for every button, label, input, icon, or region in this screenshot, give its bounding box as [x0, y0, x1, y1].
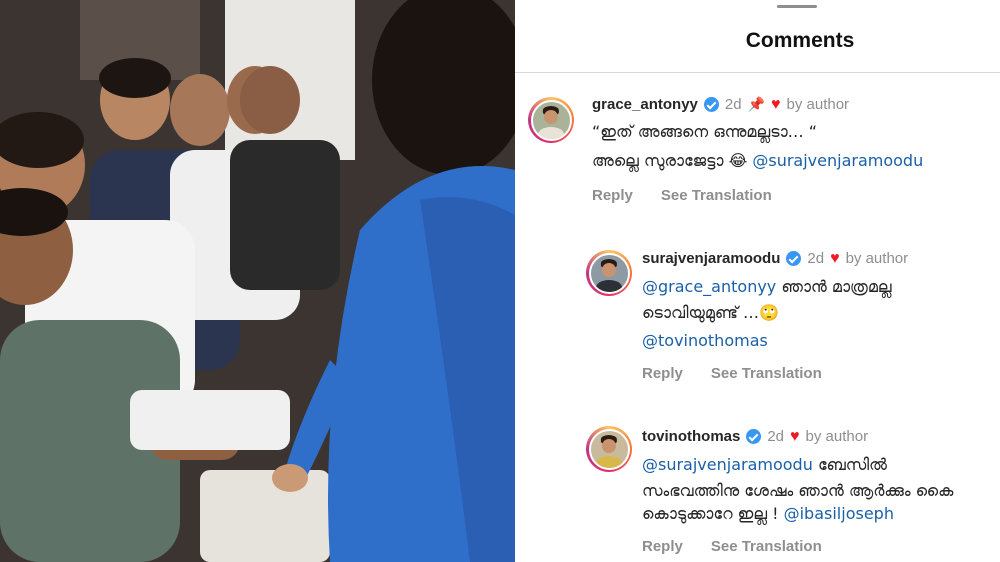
heart-icon: ♥ [830, 249, 840, 267]
comment-text-line: സംഭവത്തിനു ശേഷം ഞാൻ ആർക്കും കൈ [642, 481, 954, 500]
comment-username[interactable]: grace_antonyy [592, 96, 698, 113]
avatar[interactable] [528, 97, 574, 143]
comment-text: ബേസിൽ [812, 455, 887, 474]
pin-icon: 📌 [747, 96, 766, 112]
sheet-grabber[interactable] [777, 5, 817, 8]
see-translation-button[interactable]: See Translation [711, 365, 822, 382]
comment-text-line: @tovinothomas [642, 331, 768, 350]
comment-meta: surajvenjaramoodu 2d ♥ by author [642, 250, 908, 267]
comment-username[interactable]: tovinothomas [642, 428, 740, 445]
comment-text: കൊടുക്കാറേ ഇല്ല ! [642, 504, 784, 523]
by-author-label: by author [805, 428, 869, 445]
comment-time: 2d [724, 96, 742, 113]
comment-text: ഞാൻ മാത്രമല്ല [776, 277, 892, 296]
comment-text-line: “ഇത് അങ്ങനെ ഒന്നുമല്ലടാ… “ [592, 122, 818, 141]
comment-text-line: ടൊവിയുമുണ്ട് …🙄 [642, 303, 779, 322]
event-photo [0, 0, 515, 562]
comment-text-line: @grace_antonyy ഞാൻ മാത്രമല്ല [642, 277, 892, 297]
mention-link[interactable]: @grace_antonyy [642, 277, 776, 296]
comment-actions: Reply See Translation [642, 365, 822, 382]
comment-text: അല്ലെ സുരാജേട്ടാ 😂 [592, 151, 753, 170]
comment-time: 2d [807, 250, 825, 267]
header-divider [515, 72, 1000, 73]
mention-link[interactable]: @ibasiljoseph [784, 504, 894, 523]
comment-meta: grace_antonyy 2d 📌 ♥ by author [592, 96, 849, 113]
reply-button[interactable]: Reply [642, 538, 683, 555]
verified-badge-icon [786, 251, 802, 266]
comment-username[interactable]: surajvenjaramoodu [642, 250, 780, 267]
heart-icon: ♥ [790, 427, 800, 445]
comment-actions: Reply See Translation [642, 538, 822, 555]
mention-link[interactable]: @surajvenjaramoodu [752, 151, 923, 170]
see-translation-button[interactable]: See Translation [711, 538, 822, 555]
comment-text-line: അല്ലെ സുരാജേട്ടാ 😂 @surajvenjaramoodu [592, 151, 923, 171]
event-photo-illustration [0, 0, 515, 562]
comment-meta: tovinothomas 2d ♥ by author [642, 428, 868, 445]
heart-icon: ♥ [771, 95, 781, 113]
comment-actions: Reply See Translation [592, 187, 772, 204]
see-translation-button[interactable]: See Translation [661, 187, 772, 204]
comment-text-line: @surajvenjaramoodu ബേസിൽ [642, 455, 887, 475]
verified-badge-icon [746, 429, 762, 444]
mention-link[interactable]: @surajvenjaramoodu [642, 455, 813, 474]
comment-text-line: കൊടുക്കാറേ ഇല്ല ! @ibasiljoseph [642, 504, 894, 524]
reply-button[interactable]: Reply [642, 365, 683, 382]
verified-badge-icon [703, 97, 719, 112]
comments-panel: Comments grace_antonyy 2d 📌 ♥ by author … [515, 0, 1000, 562]
by-author-label: by author [786, 96, 850, 113]
mention-link[interactable]: @tovinothomas [642, 331, 768, 350]
avatar[interactable] [586, 426, 632, 472]
avatar[interactable] [586, 250, 632, 296]
reply-button[interactable]: Reply [592, 187, 633, 204]
by-author-label: by author [845, 250, 909, 267]
comment-time: 2d [767, 428, 785, 445]
panel-title: Comments [745, 29, 855, 52]
